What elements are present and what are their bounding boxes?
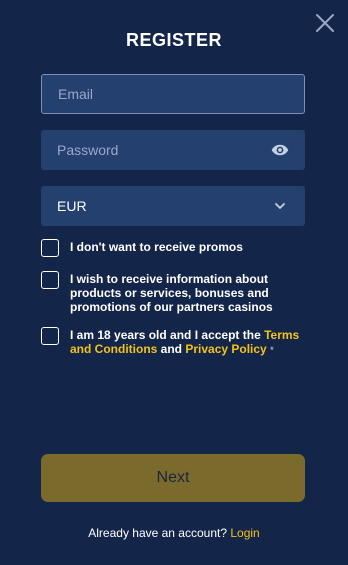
terms-label: I am 18 years old and I accept the Terms… (70, 328, 305, 357)
password-field-wrapper[interactable] (41, 130, 305, 170)
terms-middle: and (157, 342, 186, 356)
terms-prefix: I am 18 years old and I accept the (70, 328, 265, 342)
currency-select[interactable]: EUR (41, 186, 305, 226)
eye-icon[interactable] (271, 141, 289, 159)
login-prompt-text: Already have an account? (88, 526, 228, 540)
no-promos-label: I don't want to receive promos (70, 240, 243, 254)
partners-info-option: I wish to receive information about prod… (41, 271, 305, 314)
no-promos-checkbox[interactable] (41, 239, 59, 257)
required-mark: * (270, 345, 274, 355)
next-button[interactable]: Next (41, 454, 305, 502)
privacy-policy-link[interactable]: Privacy Policy (185, 342, 266, 356)
login-prompt: Already have an account? Login (0, 526, 348, 540)
no-promos-option: I don't want to receive promos (41, 239, 305, 257)
email-field-wrapper[interactable] (41, 74, 305, 114)
terms-option: I am 18 years old and I accept the Terms… (41, 327, 305, 357)
terms-checkbox[interactable] (41, 327, 59, 345)
password-field[interactable] (57, 142, 271, 158)
page-title: REGISTER (125, 30, 222, 50)
currency-selected-value: EUR (57, 198, 87, 214)
email-field[interactable] (58, 86, 288, 102)
partners-info-checkbox[interactable] (41, 271, 59, 289)
chevron-down-icon (271, 197, 289, 215)
partners-info-label: I wish to receive information about prod… (70, 272, 273, 314)
login-link[interactable]: Login (230, 526, 259, 540)
